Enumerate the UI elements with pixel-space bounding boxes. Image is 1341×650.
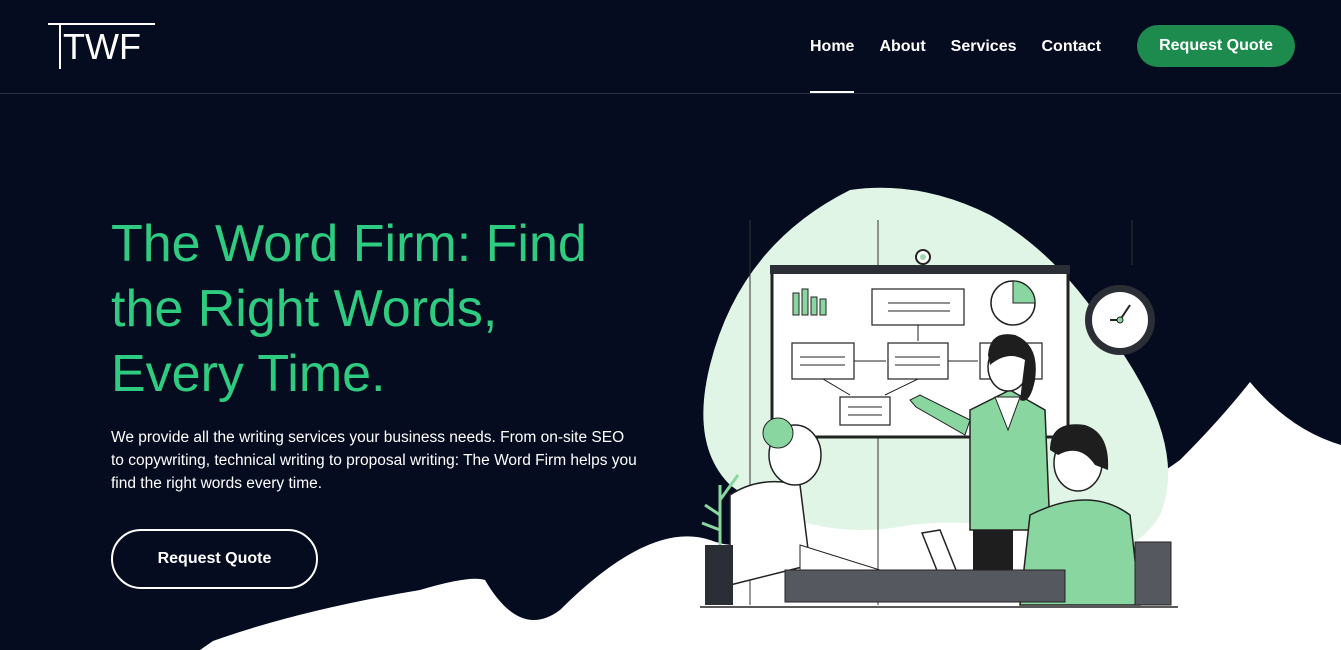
request-quote-hero-button[interactable]: Request Quote bbox=[111, 529, 318, 589]
hero-title-line-2: the Right Words, bbox=[111, 280, 498, 338]
wall-clock-icon bbox=[1085, 285, 1155, 355]
logo-text: TWF bbox=[63, 26, 141, 67]
hero-title-line-1: The Word Firm: Find bbox=[111, 215, 587, 273]
whiteboard-top-bar bbox=[770, 265, 1070, 274]
request-quote-header-button[interactable]: Request Quote bbox=[1137, 25, 1295, 67]
nav-services[interactable]: Services bbox=[941, 0, 1027, 93]
main-nav: Home About Services Contact bbox=[800, 0, 1116, 93]
hero-title: The Word Firm: Find the Right Words, Eve… bbox=[111, 212, 671, 407]
team-meeting-illustration bbox=[700, 187, 1178, 608]
mini-pie-chart-icon bbox=[990, 280, 1036, 326]
hero-description: We provide all the writing services your… bbox=[111, 429, 637, 492]
nav-contact[interactable]: Contact bbox=[1032, 0, 1112, 93]
hero-title-line-3: Every Time. bbox=[111, 345, 386, 403]
chair-icon bbox=[1134, 541, 1172, 606]
meeting-desk bbox=[784, 569, 1066, 603]
camera-lens-icon bbox=[920, 254, 926, 260]
nav-home[interactable]: Home bbox=[800, 0, 864, 93]
nav-about[interactable]: About bbox=[869, 0, 935, 93]
site-header: TWF Home About Services Contact Request … bbox=[0, 0, 1341, 94]
twf-logo-mark: TWF bbox=[48, 23, 155, 69]
twf-logo[interactable]: TWF bbox=[48, 22, 156, 70]
